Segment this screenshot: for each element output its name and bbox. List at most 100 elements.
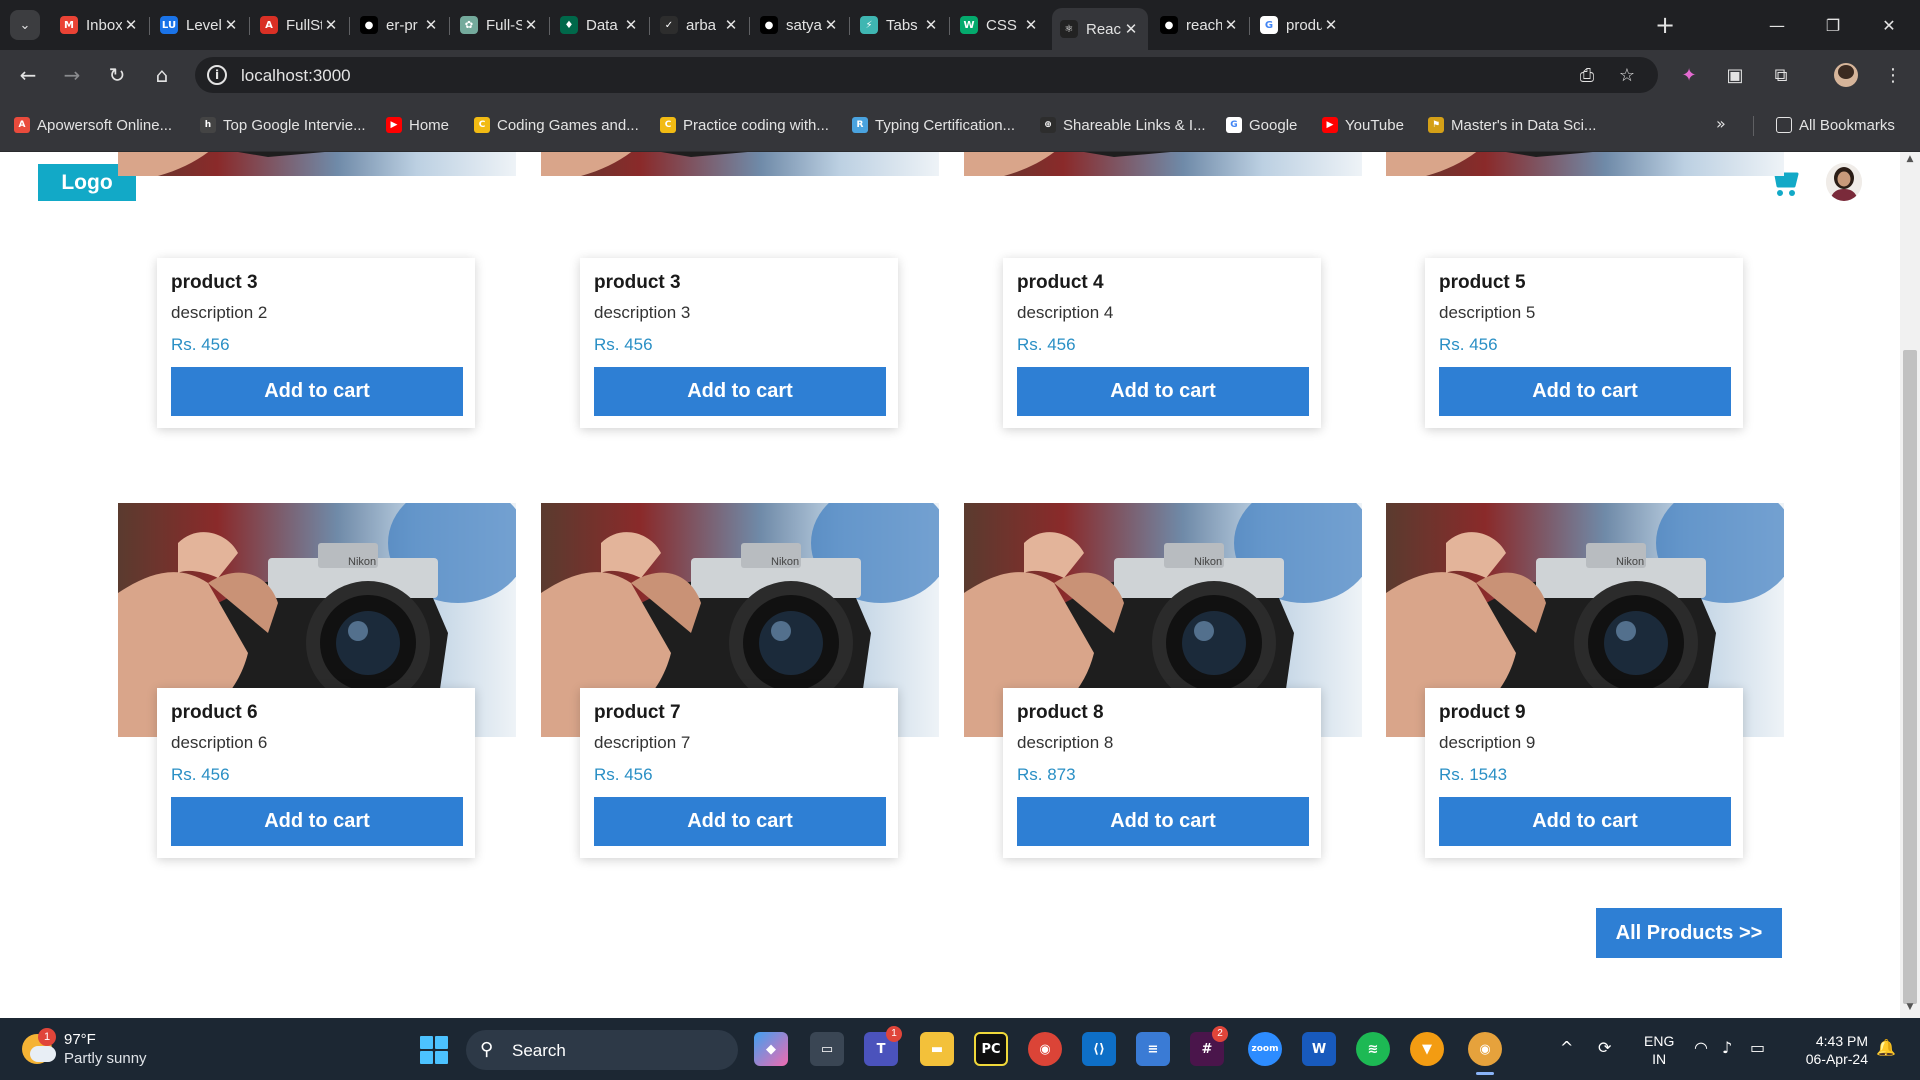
- bookmark-item[interactable]: G Google: [1226, 114, 1297, 136]
- bookmark-item[interactable]: ⊕ Shareable Links & I...: [1040, 114, 1206, 136]
- add-to-cart-button[interactable]: Add to cart: [171, 367, 463, 416]
- back-arrow-icon[interactable]: ←: [12, 59, 44, 91]
- add-to-cart-button[interactable]: Add to cart: [594, 797, 886, 846]
- bookmark-item[interactable]: ▶ YouTube: [1322, 114, 1404, 136]
- bookmark-item[interactable]: ⚑ Master's in Data Sci...: [1428, 114, 1596, 136]
- battery-icon[interactable]: ▭: [1750, 1038, 1765, 1057]
- file-explorer-icon[interactable]: ▬: [920, 1032, 954, 1066]
- tab-close-icon[interactable]: ✕: [1022, 16, 1040, 34]
- tab-search-chevron-icon[interactable]: ⌄: [10, 10, 40, 40]
- scroll-down-arrow-icon[interactable]: ▼: [1900, 1002, 1920, 1016]
- restore-icon[interactable]: ❐: [1810, 8, 1856, 42]
- bookmarks-overflow-chevron-icon[interactable]: »: [1716, 114, 1726, 133]
- copilot-icon[interactable]: ◆: [754, 1032, 788, 1066]
- browser-profile-avatar[interactable]: [1834, 63, 1858, 87]
- site-info-icon[interactable]: i: [207, 65, 227, 85]
- notification-bell-icon[interactable]: 🔔: [1876, 1038, 1896, 1057]
- spotify-icon[interactable]: ≋: [1356, 1032, 1390, 1066]
- browser-tab[interactable]: ✓ arba ✕: [652, 8, 748, 42]
- tab-title: CSS I: [986, 16, 1022, 34]
- all-products-button[interactable]: All Products >>: [1596, 908, 1782, 958]
- tab-close-icon[interactable]: ✕: [522, 16, 540, 34]
- bookmark-item[interactable]: C Practice coding with...: [660, 114, 829, 136]
- product-name: product 8: [1017, 702, 1104, 723]
- install-app-icon[interactable]: ⎙: [1575, 63, 1599, 87]
- wifi-icon[interactable]: ◠: [1694, 1038, 1708, 1057]
- taskbar-search-box[interactable]: ⚲ Search: [466, 1030, 738, 1070]
- notepad-icon[interactable]: ≡: [1136, 1032, 1170, 1066]
- brave-icon[interactable]: ▼: [1410, 1032, 1444, 1066]
- extension-color-icon[interactable]: ✦: [1676, 63, 1702, 87]
- vscode-icon[interactable]: ⟨⟩: [1082, 1032, 1116, 1066]
- all-bookmarks-folder[interactable]: All Bookmarks: [1776, 114, 1895, 136]
- weather-widget[interactable]: 1 97°F Partly sunny: [22, 1028, 162, 1070]
- minimize-icon[interactable]: —: [1754, 8, 1800, 42]
- page-scrollbar[interactable]: ▲ ▼: [1900, 152, 1920, 1018]
- chrome-profile-icon[interactable]: ◉: [1468, 1032, 1502, 1075]
- browser-menu-kebab-icon[interactable]: ⋮: [1880, 63, 1906, 87]
- product-card: product 6 description 6 Rs. 456 Add to cart: [157, 688, 475, 858]
- tray-overflow-chevron-icon[interactable]: ^: [1560, 1038, 1573, 1057]
- browser-tab[interactable]: ✿ Full-S ✕: [452, 8, 548, 42]
- new-tab-plus-icon[interactable]: +: [1650, 10, 1680, 40]
- bookmark-item[interactable]: h Top Google Intervie...: [200, 114, 366, 136]
- extension-reader-icon[interactable]: ▣: [1722, 63, 1748, 87]
- add-to-cart-button[interactable]: Add to cart: [1439, 367, 1731, 416]
- volume-icon[interactable]: ♪: [1722, 1038, 1732, 1057]
- add-to-cart-button[interactable]: Add to cart: [171, 797, 463, 846]
- browser-tab[interactable]: A FullSt ✕: [252, 8, 348, 42]
- scroll-up-arrow-icon[interactable]: ▲: [1900, 154, 1920, 168]
- zoom-icon[interactable]: zoom: [1248, 1032, 1282, 1066]
- bookmark-item[interactable]: A Apowersoft Online...: [14, 114, 172, 136]
- tab-close-icon[interactable]: ✕: [922, 16, 940, 34]
- system-clock[interactable]: 4:43 PM 06-Apr-24: [1790, 1032, 1868, 1068]
- extensions-puzzle-icon[interactable]: ⧉: [1768, 63, 1794, 87]
- link-icon: ⊕: [1040, 117, 1056, 133]
- reload-icon[interactable]: ↻: [101, 59, 133, 91]
- tab-close-icon[interactable]: ✕: [1122, 20, 1140, 38]
- add-to-cart-button[interactable]: Add to cart: [594, 367, 886, 416]
- user-avatar[interactable]: [1826, 163, 1862, 201]
- language-indicator[interactable]: ENG IN: [1644, 1032, 1674, 1068]
- bookmark-item[interactable]: R Typing Certification...: [852, 114, 1015, 136]
- pycharm-icon[interactable]: PC: [974, 1032, 1008, 1066]
- chrome-icon[interactable]: ◉: [1028, 1032, 1062, 1066]
- add-to-cart-button[interactable]: Add to cart: [1017, 797, 1309, 846]
- bookmark-item[interactable]: C Coding Games and...: [474, 114, 639, 136]
- address-bar[interactable]: i localhost:3000 ⎙ ☆: [195, 57, 1658, 93]
- bookmark-item[interactable]: ▶ Home: [386, 114, 449, 136]
- browser-tab[interactable]: ● satya ✕: [752, 8, 848, 42]
- task-view-icon[interactable]: ▭: [810, 1032, 844, 1066]
- add-to-cart-button[interactable]: Add to cart: [1017, 367, 1309, 416]
- tab-close-icon[interactable]: ✕: [1222, 16, 1240, 34]
- browser-tab[interactable]: M Inbox ✕: [52, 8, 148, 42]
- tab-close-icon[interactable]: ✕: [222, 16, 240, 34]
- forward-arrow-icon[interactable]: →: [56, 59, 88, 91]
- url-text[interactable]: localhost:3000: [241, 66, 351, 86]
- scroll-thumb[interactable]: [1903, 350, 1917, 1004]
- browser-tab[interactable]: ● er-pr ✕: [352, 8, 448, 42]
- word-icon[interactable]: W: [1302, 1032, 1336, 1066]
- browser-tab[interactable]: W CSS I ✕: [952, 8, 1048, 42]
- tab-close-icon[interactable]: ✕: [1322, 16, 1340, 34]
- tab-close-icon[interactable]: ✕: [122, 16, 140, 34]
- bookmark-label: Coding Games and...: [497, 116, 639, 134]
- browser-tab[interactable]: Gprodu ✕: [1252, 8, 1348, 42]
- tab-close-icon[interactable]: ✕: [622, 16, 640, 34]
- windows-start-icon[interactable]: [420, 1036, 448, 1064]
- browser-tab[interactable]: ⚡ Tabs ✕: [852, 8, 948, 42]
- browser-tab[interactable]: ● reach ✕: [1152, 8, 1248, 42]
- tab-close-icon[interactable]: ✕: [422, 16, 440, 34]
- tab-close-icon[interactable]: ✕: [722, 16, 740, 34]
- tab-close-icon[interactable]: ✕: [322, 16, 340, 34]
- add-to-cart-button[interactable]: Add to cart: [1439, 797, 1731, 846]
- browser-tab[interactable]: ⚛ Reac ✕: [1052, 8, 1148, 50]
- close-window-icon[interactable]: ✕: [1866, 8, 1912, 42]
- bookmark-star-icon[interactable]: ☆: [1615, 63, 1639, 87]
- home-icon[interactable]: ⌂: [146, 59, 178, 91]
- browser-tab[interactable]: LU Level ✕: [152, 8, 248, 42]
- browser-tab[interactable]: ♦ Data ✕: [552, 8, 648, 42]
- product-name: product 9: [1439, 702, 1526, 723]
- sync-icon[interactable]: ⟳: [1598, 1038, 1611, 1057]
- tab-close-icon[interactable]: ✕: [822, 16, 840, 34]
